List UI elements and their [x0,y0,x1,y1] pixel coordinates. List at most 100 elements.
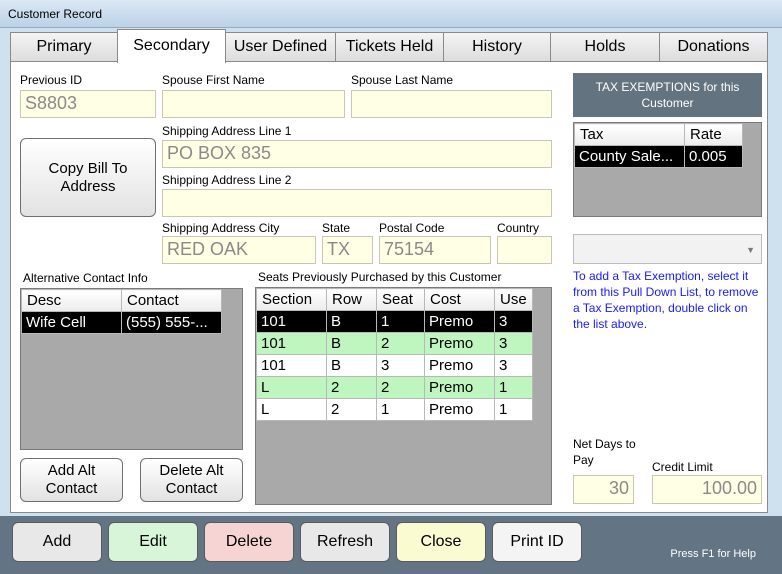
table-cell: 2 [326,398,377,421]
print-id-button[interactable]: Print ID [492,522,582,562]
window-title: Customer Record [8,7,103,21]
alt-contact-table: Desc Contact Wife Cell (555) 555-... [21,289,222,334]
seat-column-header[interactable]: Seat [376,288,425,311]
credit-limit-label: Credit Limit [652,460,713,474]
table-row[interactable]: County Sale... 0.005 [574,145,743,168]
delete-button[interactable]: Delete [204,522,294,562]
cost-column-header[interactable]: Cost [424,288,495,311]
spouse-last-label: Spouse Last Name [351,73,454,87]
table-cell: 101 [256,332,327,355]
table-cell: L [256,376,327,399]
table-cell: B [326,354,377,377]
edit-button[interactable]: Edit [108,522,198,562]
tab-user-defined[interactable]: User Defined [225,32,336,62]
table-cell: B [326,310,377,333]
table-cell: 1 [494,376,533,399]
tab-donations[interactable]: Donations [659,32,768,62]
use-column-header[interactable]: Use [494,288,533,311]
credit-limit-field[interactable]: 100.00 [652,475,762,504]
spouse-first-label: Spouse First Name [162,73,265,87]
contact-column-header[interactable]: Contact [121,289,222,312]
tab-history[interactable]: History [443,32,551,62]
tab-primary[interactable]: Primary [10,32,118,62]
ship2-field[interactable] [162,189,552,217]
seats-list[interactable]: Section Row Seat Cost Use 101 B 1 Premo … [255,287,552,505]
tab-tickets-held[interactable]: Tickets Held [335,32,444,62]
tax-exemption-hint: To add a Tax Exemption, select it from t… [573,269,759,331]
help-text: Press F1 for Help [670,548,756,560]
city-field[interactable]: RED OAK [162,236,316,264]
country-field[interactable] [497,236,552,264]
copy-bill-to-address-button[interactable]: Copy Bill To Address [20,138,156,217]
spouse-first-field[interactable] [162,90,345,118]
table-cell: Wife Cell [21,311,122,334]
table-row[interactable]: L 2 2 Premo 1 [256,376,533,399]
rate-column-header[interactable]: Rate [684,123,743,146]
desc-column-header[interactable]: Desc [21,289,122,312]
table-cell: 0.005 [684,145,743,168]
net-days-field[interactable]: 30 [573,475,634,504]
table-cell: 2 [376,332,425,355]
alt-contact-label: Alternative Contact Info [23,271,148,285]
country-label: Country [497,221,540,235]
secondary-panel: Previous ID S8803 Spouse First Name Spou… [10,61,768,513]
spouse-last-field[interactable] [351,90,552,118]
tax-exemptions-header: TAX EXEMPTIONS for this Customer [573,73,762,117]
table-cell: 1 [376,310,425,333]
table-cell: 2 [376,376,425,399]
table-row[interactable]: L 2 1 Premo 1 [256,398,533,421]
alt-contact-list[interactable]: Desc Contact Wife Cell (555) 555-... [20,288,243,450]
postal-code-field[interactable]: 75154 [379,236,491,264]
add-button[interactable]: Add [12,522,102,562]
city-label: Shipping Address City [162,221,280,235]
table-cell: 101 [256,310,327,333]
table-cell: 3 [376,354,425,377]
table-cell: (555) 555-... [121,311,222,334]
table-cell: L [256,398,327,421]
delete-alt-contact-button[interactable]: Delete Alt Contact [140,458,243,502]
table-cell: Premo [424,398,495,421]
table-cell: 1 [494,398,533,421]
net-days-label: Net Days to Pay [573,437,636,467]
table-cell: Premo [424,332,495,355]
seats-label: Seats Previously Purchased by this Custo… [258,270,502,284]
section-column-header[interactable]: Section [256,288,327,311]
table-cell: 3 [494,332,533,355]
title-bar: Customer Record [0,0,782,28]
table-cell: 2 [326,376,377,399]
table-cell: 3 [494,354,533,377]
table-row[interactable]: Wife Cell (555) 555-... [21,311,222,334]
table-cell: County Sale... [574,145,685,168]
state-field[interactable]: TX [322,236,373,264]
table-cell: B [326,332,377,355]
refresh-button[interactable]: Refresh [300,522,390,562]
tab-secondary[interactable]: Secondary [117,29,226,63]
table-row[interactable]: 101 B 2 Premo 3 [256,332,533,355]
bottom-toolbar: Add Edit Delete Refresh Close Print ID P… [0,516,782,574]
table-cell: Premo [424,376,495,399]
table-cell: 1 [376,398,425,421]
ship1-field[interactable]: PO BOX 835 [162,140,552,168]
table-row[interactable]: 101 B 1 Premo 3 [256,310,533,333]
tax-table: Tax Rate County Sale... 0.005 [574,123,743,168]
ship1-label: Shipping Address Line 1 [162,124,292,138]
tax-exemption-dropdown[interactable]: ▼ [573,234,762,264]
tab-bar: Primary Secondary User Defined Tickets H… [10,29,768,63]
table-cell: Premo [424,354,495,377]
postal-code-label: Postal Code [379,221,445,235]
table-cell: 3 [494,310,533,333]
row-column-header[interactable]: Row [326,288,377,311]
tab-holds[interactable]: Holds [550,32,660,62]
ship2-label: Shipping Address Line 2 [162,173,292,187]
add-alt-contact-button[interactable]: Add Alt Contact [20,458,123,502]
table-cell: Premo [424,310,495,333]
tax-exemptions-list[interactable]: Tax Rate County Sale... 0.005 [573,122,762,217]
previous-id-label: Previous ID [20,73,83,87]
seats-table: Section Row Seat Cost Use 101 B 1 Premo … [256,288,533,421]
state-label: State [322,221,351,235]
close-button[interactable]: Close [396,522,486,562]
previous-id-field[interactable]: S8803 [20,90,156,118]
table-row[interactable]: 101 B 3 Premo 3 [256,354,533,377]
chevron-down-icon[interactable]: ▼ [746,245,755,255]
tax-column-header[interactable]: Tax [574,123,685,146]
